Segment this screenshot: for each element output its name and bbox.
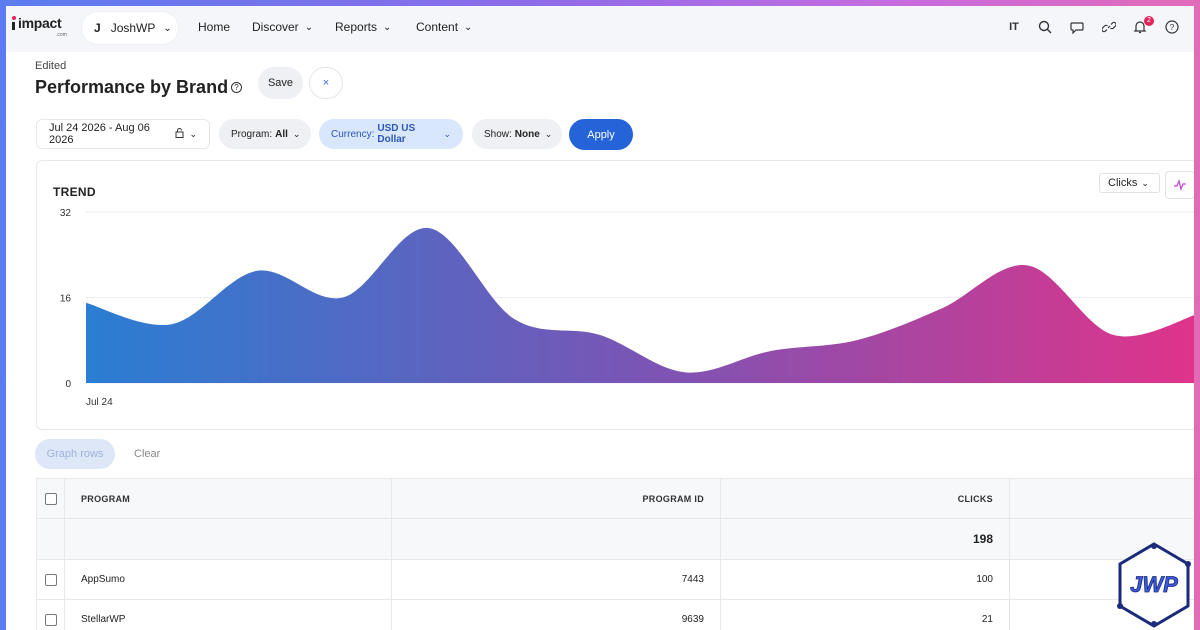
discard-button[interactable]: × [309, 67, 343, 99]
show-filter-label: Show: [484, 128, 512, 140]
date-range-picker[interactable]: Jul 24 2026 - Aug 06 2026 ⌄ [36, 119, 210, 149]
page-title: Performance by Brand [35, 77, 229, 97]
clicks-area-series [86, 228, 1194, 383]
top-navbar: impact .com J JoshWP ⌄ Home Discover ⌄ R… [6, 6, 1194, 52]
nav-content-label: Content [416, 20, 459, 34]
show-filter-value: None [514, 128, 540, 140]
total-clicks: 198 [972, 532, 993, 546]
chevron-down-icon: ⌄ [544, 128, 553, 139]
currency-filter-value: USD US Dollar [377, 123, 416, 145]
program-id-cell: 7443 [392, 560, 721, 599]
jwp-watermark-logo: JWP [1116, 542, 1192, 630]
nav-discover[interactable]: Discover ⌄ [252, 20, 313, 34]
select-all-checkbox[interactable] [44, 492, 57, 505]
svg-text:?: ? [1170, 23, 1175, 32]
show-filter[interactable]: Show: None ⌄ [472, 119, 562, 149]
table-row: StellarWP 9639 21 [37, 600, 1194, 630]
column-header-clicks[interactable]: CLICKS [721, 479, 1010, 518]
chevron-down-icon: ⌄ [383, 21, 392, 33]
program-filter[interactable]: Program: All ⌄ [219, 119, 311, 149]
graph-rows-button[interactable]: Graph rows [35, 439, 115, 469]
row-checkbox[interactable] [44, 613, 57, 626]
column-header-program-id[interactable]: PROGRAM ID [392, 479, 721, 518]
chevron-down-icon: ⌄ [163, 22, 172, 34]
totals-cell-program [65, 519, 392, 559]
impact-logo[interactable]: impact .com [12, 15, 67, 38]
search-icon[interactable] [1036, 18, 1054, 36]
program-name-cell: AppSumo [65, 560, 392, 599]
trend-chart: 32 16 0 Jul 24 [60, 208, 1194, 408]
translate-icon[interactable]: IT [1005, 18, 1023, 36]
currency-filter-label: Currency: [331, 128, 375, 140]
table-header-row: PROGRAM PROGRAM ID CLICKS [37, 479, 1194, 519]
nav-home-label: Home [198, 20, 231, 34]
chevron-down-icon: ⌄ [443, 128, 451, 139]
program-name-cell: StellarWP [65, 600, 392, 630]
totals-row: 198 [37, 519, 1194, 560]
svg-text:JWP: JWP [1130, 572, 1178, 597]
clicks-cell: 21 [721, 600, 1010, 630]
chevron-down-icon: ⌄ [189, 128, 197, 139]
account-name: JoshWP [110, 21, 156, 35]
program-filter-value: All [275, 128, 288, 140]
logo-subtext: .com [56, 32, 67, 38]
nav-home[interactable]: Home [198, 20, 230, 34]
totals-cell-program-id [392, 519, 721, 559]
trend-card: TREND Clicks ⌄ 32 16 0 Jul 24 [36, 160, 1194, 430]
chevron-down-icon: ⌄ [304, 21, 314, 33]
logo-text: impact [18, 15, 62, 31]
logo-mark-icon [12, 16, 17, 30]
nav-content[interactable]: Content ⌄ [416, 20, 472, 34]
apply-button[interactable]: Apply [569, 119, 633, 150]
app-window: impact .com J JoshWP ⌄ Home Discover ⌄ R… [6, 6, 1194, 630]
help-icon[interactable]: ? [231, 82, 242, 93]
save-button[interactable]: Save [258, 67, 303, 99]
translate-label: IT [1009, 21, 1019, 33]
chevron-down-icon: ⌄ [292, 128, 301, 139]
program-filter-label: Program: [231, 128, 273, 140]
totals-cell-clicks: 198 [721, 519, 1010, 559]
account-initial: J [94, 21, 101, 35]
select-all-cell [37, 479, 65, 518]
totals-cell-empty [37, 519, 65, 559]
chevron-down-icon: ⌄ [464, 21, 473, 33]
link-icon[interactable] [1100, 18, 1118, 36]
row-select-cell [37, 560, 65, 599]
column-header-program[interactable]: PROGRAM [65, 479, 392, 518]
clear-button[interactable]: Clear [134, 448, 160, 460]
results-table: PROGRAM PROGRAM ID CLICKS 198 AppSumo 74… [36, 478, 1194, 630]
y-tick-label: 0 [65, 379, 71, 390]
chat-icon[interactable] [1068, 18, 1086, 36]
unlock-icon [175, 127, 184, 141]
program-id-cell: 9639 [392, 600, 721, 630]
nav-reports-label: Reports [335, 20, 378, 34]
y-tick-label: 16 [60, 294, 72, 305]
edited-status: Edited [35, 60, 67, 72]
row-checkbox[interactable] [44, 573, 57, 586]
clicks-cell: 100 [721, 560, 1010, 599]
nav-reports[interactable]: Reports ⌄ [335, 20, 391, 34]
nav-discover-label: Discover [252, 20, 299, 34]
table-row: AppSumo 7443 100 [37, 560, 1194, 600]
currency-filter[interactable]: Currency: USD US Dollar ⌄ [319, 119, 463, 149]
date-range-value: Jul 24 2026 - Aug 06 2026 [49, 122, 150, 146]
notification-badge: 2 [1144, 16, 1154, 26]
x-tick-label: Jul 24 [86, 397, 113, 408]
column-header-empty [1010, 479, 1194, 518]
account-switcher[interactable]: J JoshWP ⌄ [82, 12, 178, 44]
y-tick-label: 32 [60, 208, 72, 219]
row-select-cell [37, 600, 65, 630]
help-circle-icon[interactable]: ? [1163, 18, 1181, 36]
